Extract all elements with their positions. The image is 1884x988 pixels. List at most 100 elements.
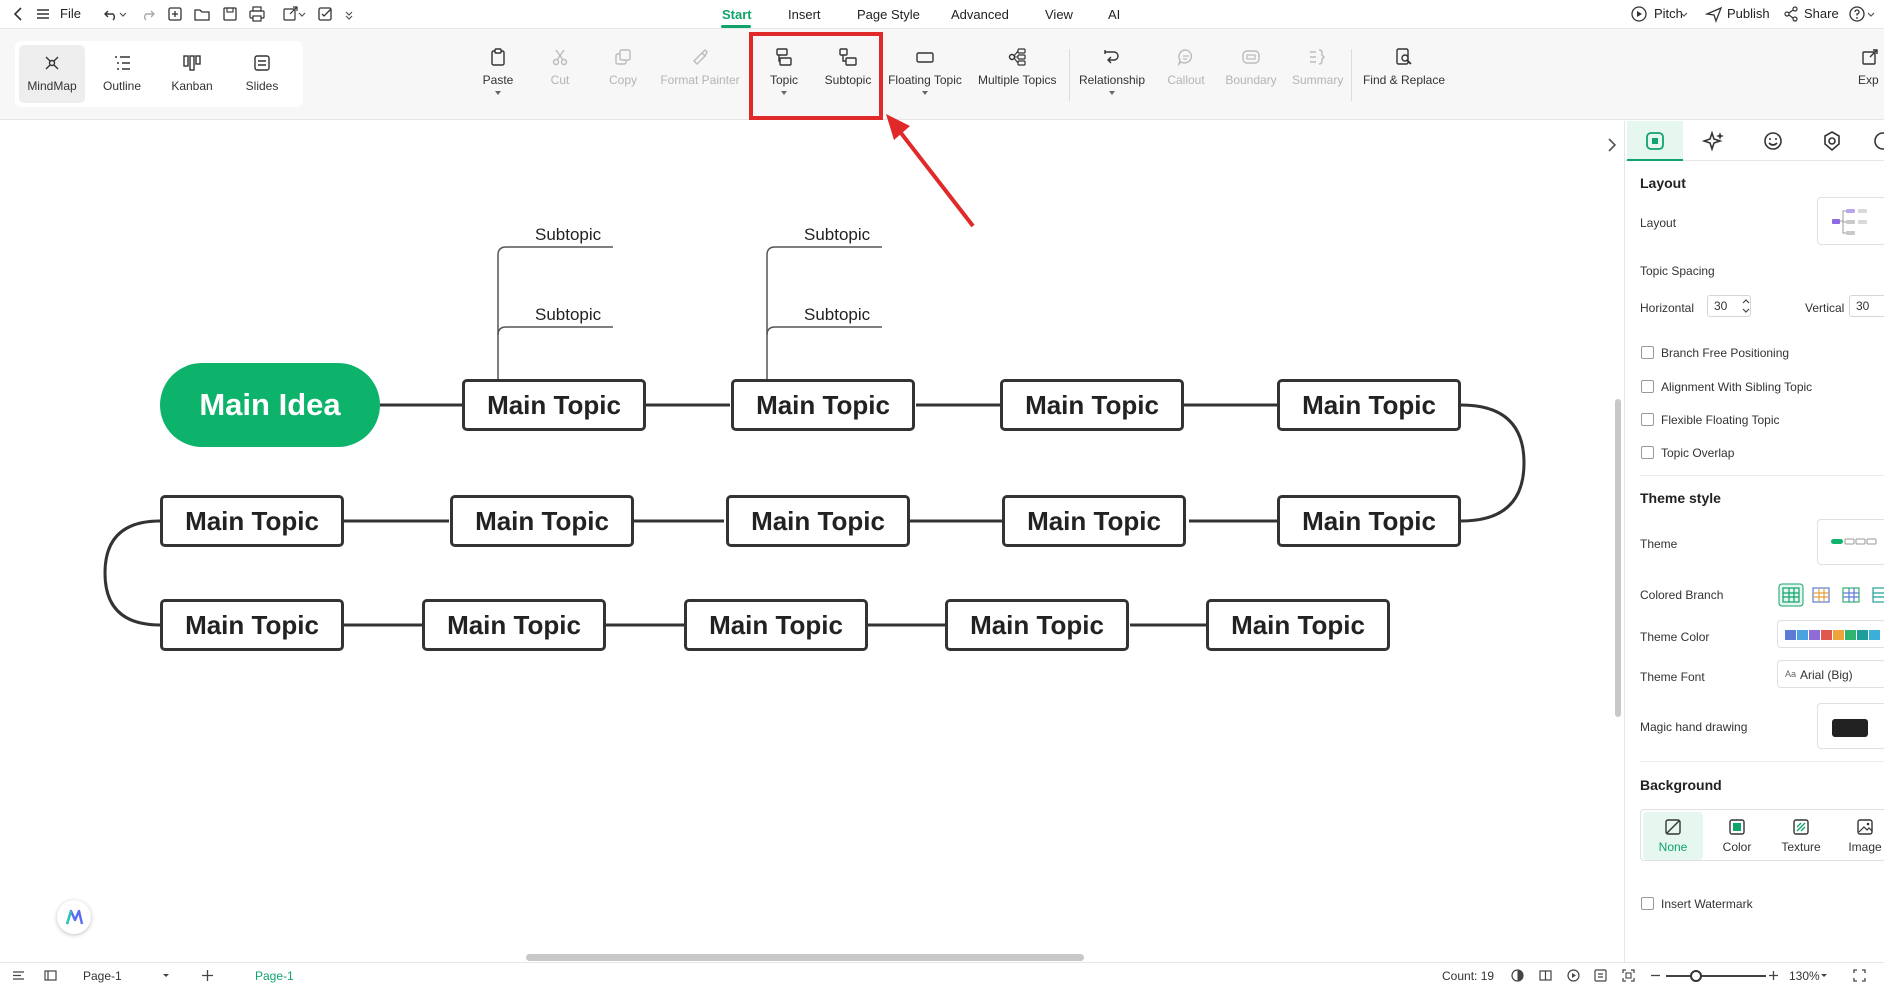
tab-ai[interactable]: AI: [1108, 7, 1120, 22]
view-kanban-button[interactable]: Kanban: [159, 45, 225, 103]
tab-insert[interactable]: Insert: [788, 7, 821, 22]
main-topic-node[interactable]: Main Topic: [945, 599, 1129, 651]
subtopic-node[interactable]: Subtopic: [804, 225, 870, 245]
callout-button[interactable]: Callout: [1163, 47, 1209, 107]
background-texture-option[interactable]: Texture: [1771, 812, 1831, 860]
multiple-topics-button[interactable]: Multiple Topics: [978, 47, 1056, 107]
zoom-slider-handle[interactable]: [1690, 970, 1702, 982]
export-button[interactable]: Exp: [1858, 47, 1884, 107]
play-icon[interactable]: [1566, 968, 1581, 983]
background-color-option[interactable]: Color: [1707, 812, 1767, 860]
topic-overlap-checkbox[interactable]: [1641, 446, 1654, 459]
main-topic-node[interactable]: Main Topic: [1277, 379, 1461, 431]
save-icon[interactable]: [221, 5, 239, 23]
vertical-spacing-input[interactable]: 30: [1849, 295, 1884, 317]
chevron-down-icon[interactable]: [1819, 968, 1829, 983]
print-icon[interactable]: [248, 5, 266, 23]
insert-watermark-checkbox[interactable]: [1641, 897, 1654, 910]
cut-button[interactable]: Cut: [540, 47, 580, 107]
open-folder-icon[interactable]: [193, 5, 211, 23]
pitch-button[interactable]: Pitch: [1628, 0, 1688, 28]
fit-screen-icon[interactable]: [1621, 968, 1636, 983]
view-mindmap-button[interactable]: MindMap: [19, 45, 85, 103]
layout-selector[interactable]: [1817, 197, 1884, 245]
main-topic-node[interactable]: Main Topic: [1206, 599, 1390, 651]
zoom-slider-track[interactable]: [1666, 975, 1766, 977]
format-painter-button[interactable]: Format Painter: [660, 47, 740, 107]
tab-start[interactable]: Start: [722, 7, 752, 22]
main-topic-node[interactable]: Main Topic: [726, 495, 910, 547]
task-check-icon[interactable]: [316, 5, 334, 23]
zoom-out-icon[interactable]: [1648, 968, 1663, 983]
more-panel-icon[interactable]: [1871, 129, 1884, 153]
new-file-icon[interactable]: [166, 5, 184, 23]
book-view-icon[interactable]: [1538, 968, 1553, 983]
page-panel-icon[interactable]: [43, 968, 58, 983]
view-outline-button[interactable]: Outline: [89, 45, 155, 103]
theme-selector[interactable]: [1817, 519, 1884, 565]
redo-icon[interactable]: [139, 5, 157, 23]
background-image-option[interactable]: Image: [1835, 812, 1884, 860]
view-slides-button[interactable]: Slides: [229, 45, 295, 103]
copy-button[interactable]: Copy: [601, 47, 645, 107]
tab-page-style[interactable]: Page Style: [857, 7, 920, 22]
tab-view[interactable]: View: [1045, 7, 1073, 22]
main-topic-node[interactable]: Main Topic: [1277, 495, 1461, 547]
mindmap-canvas[interactable]: Main Idea Subtopic Subtopic Subtopic Sub…: [0, 121, 1622, 962]
branch-free-positioning-checkbox[interactable]: [1641, 346, 1654, 359]
main-topic-node[interactable]: Main Topic: [160, 599, 344, 651]
chevron-down-icon[interactable]: [161, 968, 171, 983]
app-logo-icon[interactable]: [57, 900, 91, 934]
zoom-in-icon[interactable]: [1766, 968, 1781, 983]
ai-sparkle-icon[interactable]: [1702, 129, 1726, 153]
collapse-panel-button[interactable]: [1600, 121, 1624, 169]
fullscreen-icon[interactable]: [1852, 968, 1867, 983]
vertical-scrollbar[interactable]: [1615, 399, 1621, 717]
main-topic-node[interactable]: Main Topic: [731, 379, 915, 431]
main-idea-node[interactable]: Main Idea: [160, 363, 380, 447]
share-button[interactable]: Share: [1782, 0, 1840, 28]
main-topic-node[interactable]: Main Topic: [1000, 379, 1184, 431]
undo-dropdown-icon[interactable]: [118, 5, 128, 23]
main-topic-node[interactable]: Main Topic: [160, 495, 344, 547]
zoom-level[interactable]: 130%: [1789, 969, 1820, 983]
colored-branch-options[interactable]: [1778, 583, 1884, 607]
theme-color-selector[interactable]: [1777, 620, 1884, 648]
main-topic-node[interactable]: Main Topic: [462, 379, 646, 431]
find-replace-button[interactable]: Find & Replace: [1362, 47, 1446, 107]
subtopic-node[interactable]: Subtopic: [535, 225, 601, 245]
tab-advanced[interactable]: Advanced: [951, 7, 1009, 22]
page-select[interactable]: Page-1: [83, 969, 122, 983]
help-dropdown-icon[interactable]: [1866, 5, 1876, 23]
layout-panel-icon[interactable]: [1643, 129, 1667, 153]
main-topic-node[interactable]: Main Topic: [422, 599, 606, 651]
main-topic-node[interactable]: Main Topic: [1002, 495, 1186, 547]
horizontal-scrollbar[interactable]: [526, 954, 1084, 961]
floating-topic-button[interactable]: Floating Topic: [888, 47, 962, 107]
spin-stepper-icon[interactable]: [1741, 297, 1751, 315]
main-topic-node[interactable]: Main Topic: [450, 495, 634, 547]
back-icon[interactable]: [10, 5, 28, 23]
present-icon[interactable]: [1593, 968, 1608, 983]
outline-toggle-icon[interactable]: [11, 968, 26, 983]
background-none-option[interactable]: None: [1643, 812, 1703, 860]
theme-badge-icon[interactable]: [1820, 129, 1844, 153]
more-dropdown-icon[interactable]: [343, 5, 355, 23]
theme-font-select[interactable]: Aa Arial (Big): [1777, 660, 1884, 688]
help-icon[interactable]: [1848, 5, 1866, 23]
publish-button[interactable]: Publish: [1705, 0, 1771, 28]
hamburger-menu-icon[interactable]: [34, 5, 52, 23]
flexible-floating-checkbox[interactable]: [1641, 413, 1654, 426]
subtopic-node[interactable]: Subtopic: [535, 305, 601, 325]
paste-button[interactable]: Paste: [477, 47, 519, 107]
emoji-icon[interactable]: [1761, 129, 1785, 153]
add-page-icon[interactable]: [200, 968, 215, 983]
subtopic-node[interactable]: Subtopic: [804, 305, 870, 325]
relationship-button[interactable]: Relationship: [1078, 47, 1146, 107]
theme-toggle-icon[interactable]: [1510, 968, 1525, 983]
page-tab[interactable]: Page-1: [255, 969, 294, 983]
boundary-button[interactable]: Boundary: [1224, 47, 1278, 107]
export-dropdown-icon[interactable]: [297, 5, 307, 23]
main-topic-node[interactable]: Main Topic: [684, 599, 868, 651]
summary-button[interactable]: Summary: [1292, 47, 1343, 107]
